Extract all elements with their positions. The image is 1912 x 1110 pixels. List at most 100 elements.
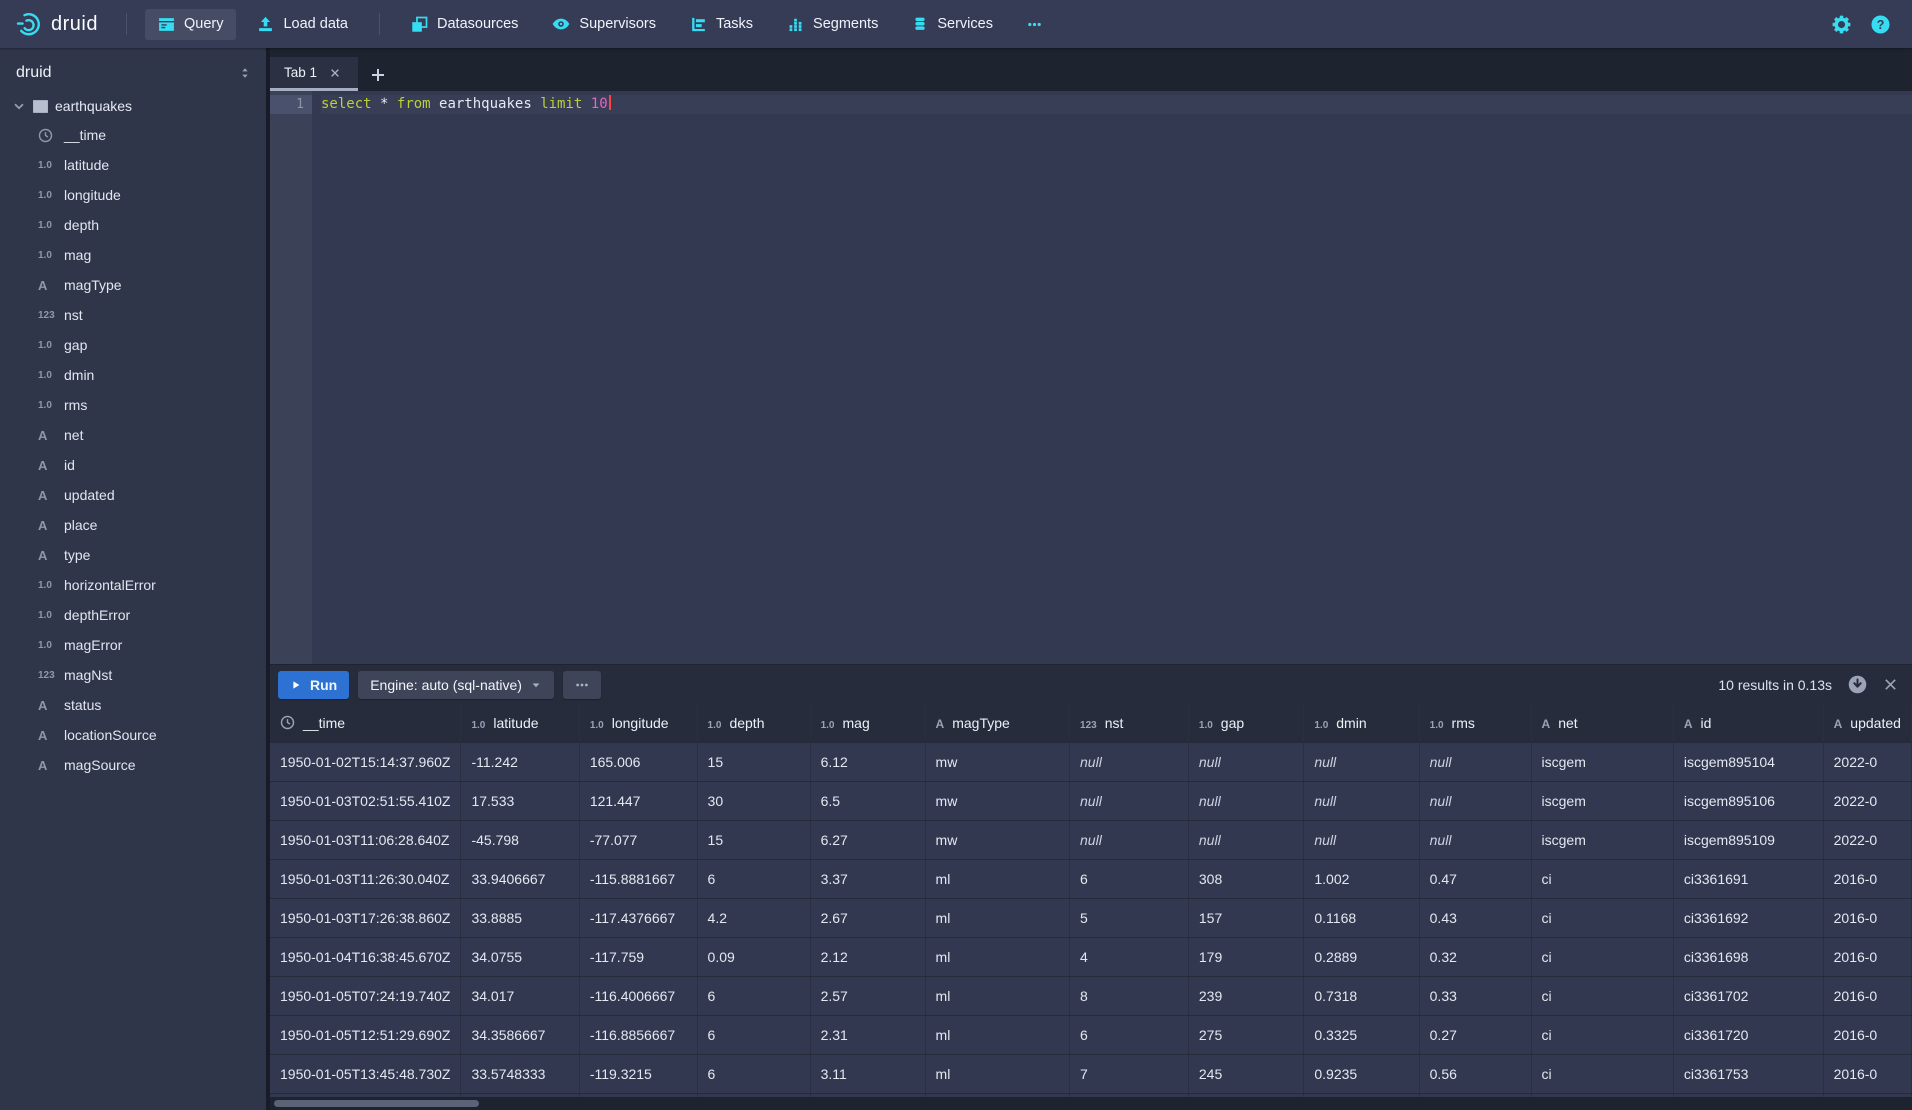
table-cell[interactable]: iscgem895104 — [1673, 742, 1823, 781]
table-cell[interactable]: null — [1070, 820, 1189, 859]
sidebar-column-magerror[interactable]: 1.0magError — [0, 630, 266, 660]
table-cell[interactable]: 33.9406667 — [461, 859, 579, 898]
table-cell[interactable]: ci3361692 — [1673, 898, 1823, 937]
table-cell[interactable]: 1950-01-05T13:45:48.730Z — [270, 1054, 461, 1093]
sidebar-column-deptherror[interactable]: 1.0depthError — [0, 600, 266, 630]
table-cell[interactable]: ci3361753 — [1673, 1054, 1823, 1093]
nav-item-services[interactable]: Services — [899, 9, 1006, 39]
table-cell[interactable]: 245 — [1188, 1054, 1303, 1093]
table-cell[interactable]: 6 — [697, 859, 810, 898]
nav-item-supervisors[interactable]: Supervisors — [539, 8, 669, 40]
table-cell[interactable]: null — [1070, 781, 1189, 820]
table-cell[interactable]: 0.33 — [1419, 976, 1531, 1015]
table-cell[interactable]: null — [1070, 742, 1189, 781]
sidebar-column-gap[interactable]: 1.0gap — [0, 330, 266, 360]
sort-icon[interactable] — [238, 65, 252, 81]
table-cell[interactable]: ml — [925, 1015, 1069, 1054]
table-cell[interactable]: 157 — [1188, 898, 1303, 937]
table-cell[interactable]: 2.31 — [810, 1015, 925, 1054]
table-cell[interactable]: 15 — [697, 820, 810, 859]
table-cell[interactable]: -119.3215 — [579, 1054, 697, 1093]
table-cell[interactable]: -116.4006667 — [579, 976, 697, 1015]
sidebar-column-magnst[interactable]: 123magNst — [0, 660, 266, 690]
table-cell[interactable]: 2016-0 — [1823, 937, 1911, 976]
table-cell[interactable]: ml — [925, 1054, 1069, 1093]
table-cell[interactable]: 1950-01-02T15:14:37.960Z — [270, 742, 461, 781]
table-cell[interactable]: 0.9235 — [1304, 1054, 1419, 1093]
help-icon[interactable]: ? — [1871, 15, 1890, 34]
table-cell[interactable]: 0.47 — [1419, 859, 1531, 898]
table-cell[interactable]: iscgem — [1531, 742, 1673, 781]
table-cell[interactable]: 2022-0 — [1823, 742, 1911, 781]
column-header-id[interactable]: Aid — [1673, 704, 1823, 742]
table-cell[interactable]: iscgem — [1531, 781, 1673, 820]
table-cell[interactable]: 2016-0 — [1823, 1015, 1911, 1054]
sidebar-table-earthquakes[interactable]: earthquakes — [0, 92, 266, 120]
table-cell[interactable]: 2022-0 — [1823, 781, 1911, 820]
table-cell[interactable]: 6 — [1070, 1015, 1189, 1054]
table-cell[interactable]: 6 — [697, 1015, 810, 1054]
table-cell[interactable]: 1.002 — [1304, 859, 1419, 898]
tab-close-icon[interactable] — [329, 67, 341, 79]
table-cell[interactable]: 2.57 — [810, 976, 925, 1015]
table-cell[interactable]: 15 — [697, 742, 810, 781]
table-cell[interactable]: -117.4376667 — [579, 898, 697, 937]
table-cell[interactable]: 1950-01-03T02:51:55.410Z — [270, 781, 461, 820]
table-cell[interactable]: 0.56 — [1419, 1054, 1531, 1093]
table-cell[interactable]: 2.12 — [810, 937, 925, 976]
new-tab-button[interactable] — [370, 67, 386, 83]
more-options-button[interactable] — [563, 671, 601, 699]
sidebar-column-locationsource[interactable]: AlocationSource — [0, 720, 266, 750]
table-cell[interactable]: 275 — [1188, 1015, 1303, 1054]
sidebar-column-type[interactable]: Atype — [0, 540, 266, 570]
table-cell[interactable]: -77.077 — [579, 820, 697, 859]
brand[interactable]: druid — [16, 11, 98, 37]
column-header-rms[interactable]: 1.0rms — [1419, 704, 1531, 742]
table-cell[interactable]: 6 — [697, 1054, 810, 1093]
column-header-magtype[interactable]: AmagType — [925, 704, 1069, 742]
sidebar-column-rms[interactable]: 1.0rms — [0, 390, 266, 420]
table-cell[interactable]: mw — [925, 781, 1069, 820]
table-cell[interactable]: null — [1304, 742, 1419, 781]
table-cell[interactable]: 1950-01-03T17:26:38.860Z — [270, 898, 461, 937]
table-cell[interactable]: 1950-01-05T07:24:19.740Z — [270, 976, 461, 1015]
table-cell[interactable]: -45.798 — [461, 820, 579, 859]
sidebar-column-horizontalerror[interactable]: 1.0horizontalError — [0, 570, 266, 600]
table-cell[interactable]: ci — [1531, 1015, 1673, 1054]
table-cell[interactable]: 6.5 — [810, 781, 925, 820]
sidebar-column-updated[interactable]: Aupdated — [0, 480, 266, 510]
table-cell[interactable]: 0.7318 — [1304, 976, 1419, 1015]
nav-item-more[interactable] — [1014, 10, 1055, 39]
sidebar-column--time[interactable]: __time — [0, 120, 266, 150]
table-cell[interactable]: 0.32 — [1419, 937, 1531, 976]
table-cell[interactable]: 33.5748333 — [461, 1054, 579, 1093]
table-cell[interactable]: 0.27 — [1419, 1015, 1531, 1054]
table-cell[interactable]: null — [1188, 781, 1303, 820]
close-results-icon[interactable] — [1883, 677, 1898, 692]
table-cell[interactable]: 0.43 — [1419, 898, 1531, 937]
column-header-nst[interactable]: 123nst — [1070, 704, 1189, 742]
table-cell[interactable]: 1950-01-03T11:26:30.040Z — [270, 859, 461, 898]
column-header-latitude[interactable]: 1.0latitude — [461, 704, 579, 742]
table-cell[interactable]: 30 — [697, 781, 810, 820]
table-cell[interactable]: 0.3325 — [1304, 1015, 1419, 1054]
column-header-depth[interactable]: 1.0depth — [697, 704, 810, 742]
sidebar-column-magtype[interactable]: AmagType — [0, 270, 266, 300]
table-cell[interactable]: iscgem — [1531, 820, 1673, 859]
column-header--time[interactable]: __time — [270, 704, 461, 742]
table-cell[interactable]: ci3361698 — [1673, 937, 1823, 976]
column-header-mag[interactable]: 1.0mag — [810, 704, 925, 742]
nav-item-datasources[interactable]: Datasources — [398, 9, 531, 40]
column-header-longitude[interactable]: 1.0longitude — [579, 704, 697, 742]
table-cell[interactable]: ci — [1531, 937, 1673, 976]
table-cell[interactable]: 6.12 — [810, 742, 925, 781]
table-cell[interactable]: ml — [925, 859, 1069, 898]
table-cell[interactable]: ci3361691 — [1673, 859, 1823, 898]
editor-code[interactable]: select * from earthquakes limit 10 — [312, 91, 1912, 664]
table-cell[interactable]: 2016-0 — [1823, 859, 1911, 898]
table-cell[interactable]: 2016-0 — [1823, 898, 1911, 937]
table-cell[interactable]: 7 — [1070, 1054, 1189, 1093]
nav-item-query[interactable]: Query — [145, 9, 237, 40]
horizontal-scrollbar-thumb[interactable] — [274, 1100, 479, 1107]
tab-1[interactable]: Tab 1 — [270, 57, 358, 91]
